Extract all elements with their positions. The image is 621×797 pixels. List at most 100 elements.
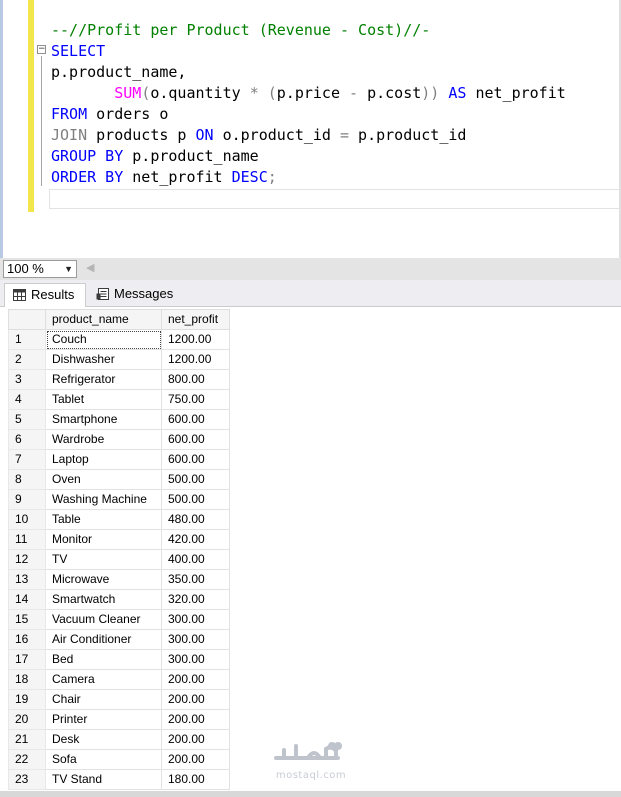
- cell-product-name[interactable]: Smartwatch: [45, 589, 162, 610]
- cell-net-profit[interactable]: 400.00: [161, 549, 230, 570]
- row-number[interactable]: 10: [8, 509, 46, 530]
- row-number[interactable]: 21: [8, 729, 46, 750]
- code-line[interactable]: ORDER BY net_profit DESC;: [51, 167, 566, 188]
- query-editor[interactable]: − --//Profit per Product (Revenue - Cost…: [0, 0, 621, 258]
- cell-product-name[interactable]: Refrigerator: [45, 369, 162, 390]
- cell-net-profit[interactable]: 300.00: [161, 629, 230, 650]
- cell-product-name[interactable]: Laptop: [45, 449, 162, 470]
- table-row[interactable]: 3 Refrigerator 800.00: [8, 369, 230, 390]
- tab-messages[interactable]: Messages: [88, 283, 184, 307]
- table-row[interactable]: 16 Air Conditioner 300.00: [8, 629, 230, 650]
- cell-product-name[interactable]: Sofa: [45, 749, 162, 770]
- cell-net-profit[interactable]: 480.00: [161, 509, 230, 530]
- cell-product-name[interactable]: Desk: [45, 729, 162, 750]
- cell-product-name[interactable]: Printer: [45, 709, 162, 730]
- table-row[interactable]: 17 Bed 300.00: [8, 649, 230, 670]
- cell-product-name[interactable]: Tablet: [45, 389, 162, 410]
- cell-net-profit[interactable]: 500.00: [161, 489, 230, 510]
- table-row[interactable]: 1 Couch 1200.00: [8, 329, 230, 350]
- cell-net-profit[interactable]: 1200.00: [161, 329, 230, 350]
- row-number[interactable]: 17: [8, 649, 46, 670]
- cell-net-profit[interactable]: 200.00: [161, 729, 230, 750]
- cell-product-name[interactable]: Dishwasher: [45, 349, 162, 370]
- row-number[interactable]: 4: [8, 389, 46, 410]
- code-line[interactable]: JOIN products p ON o.product_id = p.prod…: [51, 125, 566, 146]
- cell-net-profit[interactable]: 600.00: [161, 449, 230, 470]
- table-row[interactable]: 2 Dishwasher 1200.00: [8, 349, 230, 370]
- table-row[interactable]: 21 Desk 200.00: [8, 729, 230, 750]
- table-row[interactable]: 19 Chair 200.00: [8, 689, 230, 710]
- table-row[interactable]: 20 Printer 200.00: [8, 709, 230, 730]
- chevron-down-icon[interactable]: ▼: [64, 261, 73, 277]
- cell-product-name[interactable]: Oven: [45, 469, 162, 490]
- table-row[interactable]: 13 Microwave 350.00: [8, 569, 230, 590]
- code-line[interactable]: --//Profit per Product (Revenue - Cost)/…: [51, 20, 566, 41]
- row-number[interactable]: 18: [8, 669, 46, 690]
- tab-results[interactable]: Results: [4, 283, 86, 307]
- cell-net-profit[interactable]: 750.00: [161, 389, 230, 410]
- table-row[interactable]: 18 Camera 200.00: [8, 669, 230, 690]
- cell-product-name[interactable]: Bed: [45, 649, 162, 670]
- collapse-icon[interactable]: −: [37, 45, 46, 54]
- table-row[interactable]: 8 Oven 500.00: [8, 469, 230, 490]
- row-number[interactable]: 14: [8, 589, 46, 610]
- cell-product-name[interactable]: Smartphone: [45, 409, 162, 430]
- zoom-dropdown[interactable]: 100 % ▼: [3, 260, 77, 278]
- cell-product-name[interactable]: Chair: [45, 689, 162, 710]
- code-line[interactable]: SELECT: [51, 41, 566, 62]
- row-number[interactable]: 22: [8, 749, 46, 770]
- scroll-left-icon[interactable]: ◀: [86, 261, 94, 274]
- table-row[interactable]: 12 TV 400.00: [8, 549, 230, 570]
- cell-net-profit[interactable]: 300.00: [161, 609, 230, 630]
- cell-product-name[interactable]: TV: [45, 549, 162, 570]
- table-row[interactable]: 23 TV Stand 180.00: [8, 769, 230, 790]
- row-number[interactable]: 5: [8, 409, 46, 430]
- cell-net-profit[interactable]: 200.00: [161, 689, 230, 710]
- table-row[interactable]: 5 Smartphone 600.00: [8, 409, 230, 430]
- table-row[interactable]: 22 Sofa 200.00: [8, 749, 230, 770]
- cell-product-name[interactable]: Camera: [45, 669, 162, 690]
- table-row[interactable]: 6 Wardrobe 600.00: [8, 429, 230, 450]
- cell-net-profit[interactable]: 1200.00: [161, 349, 230, 370]
- row-number[interactable]: 1: [8, 329, 46, 350]
- cell-product-name[interactable]: Wardrobe: [45, 429, 162, 450]
- table-row[interactable]: 10 Table 480.00: [8, 509, 230, 530]
- cell-net-profit[interactable]: 500.00: [161, 469, 230, 490]
- table-row[interactable]: 7 Laptop 600.00: [8, 449, 230, 470]
- cell-net-profit[interactable]: 300.00: [161, 649, 230, 670]
- cell-net-profit[interactable]: 800.00: [161, 369, 230, 390]
- row-number[interactable]: 15: [8, 609, 46, 630]
- cell-product-name[interactable]: Couch: [45, 329, 162, 350]
- column-header-net-profit[interactable]: net_profit: [161, 309, 230, 330]
- code-line[interactable]: GROUP BY p.product_name: [51, 146, 566, 167]
- cell-net-profit[interactable]: 180.00: [161, 769, 230, 790]
- table-row[interactable]: 14 Smartwatch 320.00: [8, 589, 230, 610]
- row-number[interactable]: 3: [8, 369, 46, 390]
- row-number[interactable]: 12: [8, 549, 46, 570]
- cell-net-profit[interactable]: 350.00: [161, 569, 230, 590]
- row-number[interactable]: 23: [8, 769, 46, 790]
- row-number[interactable]: 19: [8, 689, 46, 710]
- cell-product-name[interactable]: Microwave: [45, 569, 162, 590]
- cell-product-name[interactable]: Monitor: [45, 529, 162, 550]
- sql-code[interactable]: --//Profit per Product (Revenue - Cost)/…: [51, 20, 566, 188]
- table-row[interactable]: 11 Monitor 420.00: [8, 529, 230, 550]
- cell-net-profit[interactable]: 200.00: [161, 669, 230, 690]
- row-number[interactable]: 16: [8, 629, 46, 650]
- row-number[interactable]: 6: [8, 429, 46, 450]
- cell-net-profit[interactable]: 200.00: [161, 749, 230, 770]
- row-number[interactable]: 2: [8, 349, 46, 370]
- table-row[interactable]: 4 Tablet 750.00: [8, 389, 230, 410]
- row-number[interactable]: 9: [8, 489, 46, 510]
- column-header-product-name[interactable]: product_name: [45, 309, 162, 330]
- cell-net-profit[interactable]: 600.00: [161, 409, 230, 430]
- cell-product-name[interactable]: Table: [45, 509, 162, 530]
- row-number-header[interactable]: [8, 309, 46, 330]
- cell-net-profit[interactable]: 420.00: [161, 529, 230, 550]
- table-row[interactable]: 9 Washing Machine 500.00: [8, 489, 230, 510]
- breakpoint-margin[interactable]: [3, 0, 27, 258]
- cell-product-name[interactable]: TV Stand: [45, 769, 162, 790]
- row-number[interactable]: 8: [8, 469, 46, 490]
- code-line[interactable]: p.product_name,: [51, 62, 566, 83]
- cell-product-name[interactable]: Vacuum Cleaner: [45, 609, 162, 630]
